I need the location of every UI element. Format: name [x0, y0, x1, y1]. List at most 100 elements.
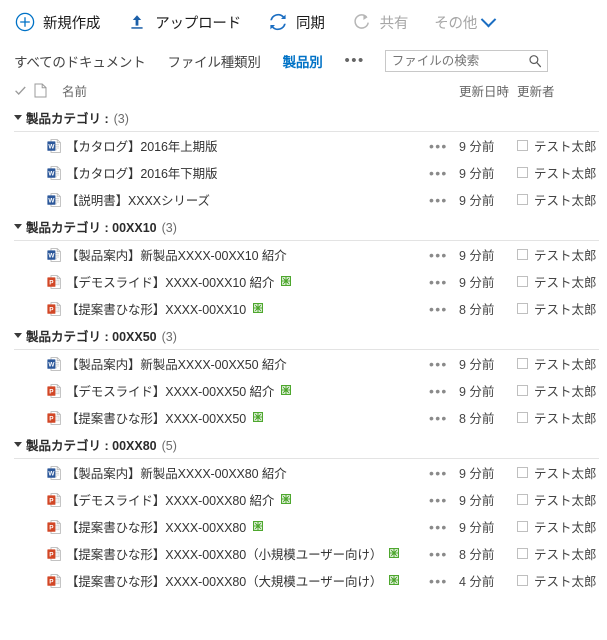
more-commands-button[interactable]: その他	[434, 11, 497, 33]
table-row[interactable]: P 【デモスライド】XXXX-00XX80 紹介 ••• 9 分前 テスト太郎	[0, 486, 607, 513]
file-name-link[interactable]: 【デモスライド】XXXX-00XX80 紹介	[66, 490, 274, 509]
share-button[interactable]: 共有	[351, 11, 408, 33]
table-row[interactable]: W 【カタログ】2016年上期版 ••• 9 分前 テスト太郎	[0, 132, 607, 159]
editor-cell: テスト太郎	[517, 490, 607, 509]
view-more-button[interactable]: •••	[345, 53, 365, 68]
row-actions-button[interactable]: •••	[429, 574, 459, 588]
file-name-cell: 【提案書ひな形】XXXX-00XX80（大規模ユーザー向け）	[66, 571, 429, 590]
file-name-link[interactable]: 【カタログ】2016年下期版	[66, 163, 218, 182]
row-actions-button[interactable]: •••	[429, 248, 459, 262]
collapse-triangle-icon[interactable]	[14, 223, 22, 229]
powerpoint-file-icon[interactable]: P	[34, 274, 66, 290]
table-row[interactable]: W 【カタログ】2016年下期版 ••• 9 分前 テスト太郎	[0, 159, 607, 186]
new-item-badge-icon	[253, 411, 264, 425]
powerpoint-file-icon[interactable]: P	[34, 383, 66, 399]
file-name-link[interactable]: 【カタログ】2016年上期版	[66, 136, 218, 155]
upload-button[interactable]: アップロード	[126, 11, 241, 33]
sync-button[interactable]: 同期	[267, 11, 325, 33]
file-name-link[interactable]: 【提案書ひな形】XXXX-00XX80	[66, 517, 246, 536]
file-name-link[interactable]: 【製品案内】新製品XXXX-00XX50 紹介	[66, 354, 287, 373]
table-row[interactable]: P 【デモスライド】XXXX-00XX10 紹介 ••• 9 分前 テスト太郎	[0, 268, 607, 295]
table-row[interactable]: W 【製品案内】新製品XXXX-00XX10 紹介 ••• 9 分前 テスト太郎	[0, 241, 607, 268]
file-name-link[interactable]: 【製品案内】新製品XXXX-00XX80 紹介	[66, 463, 287, 482]
table-row[interactable]: P 【提案書ひな形】XXXX-00XX80 ••• 9 分前 テスト太郎	[0, 513, 607, 540]
file-name-cell: 【カタログ】2016年下期版	[66, 163, 429, 182]
word-file-icon[interactable]: W	[34, 247, 66, 263]
upload-button-label: アップロード	[155, 15, 242, 32]
file-name-link[interactable]: 【提案書ひな形】XXXX-00XX80（小規模ユーザー向け）	[66, 544, 382, 563]
search-box[interactable]	[384, 49, 548, 72]
view-tab-all-documents[interactable]: すべてのドキュメント	[14, 51, 146, 71]
table-row[interactable]: P 【デモスライド】XXXX-00XX50 紹介 ••• 9 分前 テスト太郎	[0, 377, 607, 404]
row-actions-button[interactable]: •••	[429, 166, 459, 180]
word-file-icon[interactable]: W	[34, 192, 66, 208]
column-header-type-document-icon[interactable]	[34, 83, 62, 98]
row-actions-button[interactable]: •••	[429, 302, 459, 316]
word-file-icon[interactable]: W	[34, 356, 66, 372]
column-header-name[interactable]: 名前	[62, 81, 429, 100]
column-header-editor[interactable]: 更新者	[517, 81, 607, 100]
file-name-link[interactable]: 【提案書ひな形】XXXX-00XX50	[66, 408, 246, 427]
modified-cell: 9 分前	[459, 467, 495, 481]
share-icon	[351, 11, 373, 33]
new-button-label: 新規作成	[43, 15, 101, 32]
row-actions-button[interactable]: •••	[429, 193, 459, 207]
upload-arrow-icon	[126, 11, 148, 33]
row-actions-button[interactable]: •••	[429, 411, 459, 425]
word-file-icon[interactable]: W	[34, 138, 66, 154]
powerpoint-file-icon[interactable]: P	[34, 492, 66, 508]
row-actions-button[interactable]: •••	[429, 466, 459, 480]
row-actions-button[interactable]: •••	[429, 493, 459, 507]
powerpoint-file-icon[interactable]: P	[34, 519, 66, 535]
table-row[interactable]: P 【提案書ひな形】XXXX-00XX80（小規模ユーザー向け） ••• 8 分前 テス…	[0, 540, 607, 567]
row-actions-button[interactable]: •••	[429, 384, 459, 398]
group-header[interactable]: 製品カテゴリ : 00XX10 (3)	[0, 213, 607, 239]
table-row[interactable]: P 【提案書ひな形】XXXX-00XX50 ••• 8 分前 テスト太郎	[0, 404, 607, 431]
file-name-link[interactable]: 【提案書ひな形】XXXX-00XX10	[66, 299, 246, 318]
row-actions-button[interactable]: •••	[429, 547, 459, 561]
modified-cell: 9 分前	[459, 194, 495, 208]
editor-cell: テスト太郎	[517, 571, 607, 590]
modified-cell: 9 分前	[459, 249, 495, 263]
row-actions-button[interactable]: •••	[429, 139, 459, 153]
search-icon[interactable]	[528, 54, 542, 68]
group-title: 製品カテゴリ : (3)	[26, 108, 129, 127]
row-actions-button[interactable]: •••	[429, 357, 459, 371]
column-header-modified[interactable]: 更新日時	[459, 81, 517, 100]
table-row[interactable]: W 【製品案内】新製品XXXX-00XX50 紹介 ••• 9 分前 テスト太郎	[0, 350, 607, 377]
file-name-link[interactable]: 【製品案内】新製品XXXX-00XX10 紹介	[66, 245, 287, 264]
powerpoint-file-icon[interactable]: P	[34, 546, 66, 562]
table-row[interactable]: W 【説明書】XXXXシリーズ ••• 9 分前 テスト太郎	[0, 186, 607, 213]
row-actions-button[interactable]: •••	[429, 275, 459, 289]
view-tab-by-product[interactable]: 製品別	[283, 51, 323, 71]
table-row[interactable]: W 【製品案内】新製品XXXX-00XX80 紹介 ••• 9 分前 テスト太郎	[0, 459, 607, 486]
group-header[interactable]: 製品カテゴリ : (3)	[0, 104, 607, 130]
file-name-link[interactable]: 【提案書ひな形】XXXX-00XX80（大規模ユーザー向け）	[66, 571, 382, 590]
file-name-cell: 【デモスライド】XXXX-00XX10 紹介	[66, 272, 429, 291]
file-name-link[interactable]: 【デモスライド】XXXX-00XX50 紹介	[66, 381, 274, 400]
collapse-triangle-icon[interactable]	[14, 332, 22, 338]
table-row[interactable]: P 【提案書ひな形】XXXX-00XX80（大規模ユーザー向け） ••• 4 分前 テス…	[0, 567, 607, 594]
powerpoint-file-icon[interactable]: P	[34, 410, 66, 426]
file-name-cell: 【提案書ひな形】XXXX-00XX80（小規模ユーザー向け）	[66, 544, 429, 563]
svg-text:W: W	[48, 143, 55, 150]
view-tab-by-file-type[interactable]: ファイル種類別	[168, 51, 261, 71]
word-file-icon[interactable]: W	[34, 165, 66, 181]
powerpoint-file-icon[interactable]: P	[34, 301, 66, 317]
new-button[interactable]: 新規作成	[14, 11, 100, 33]
collapse-triangle-icon[interactable]	[14, 114, 22, 120]
modified-cell: 9 分前	[459, 385, 495, 399]
group-header[interactable]: 製品カテゴリ : 00XX80 (5)	[0, 431, 607, 457]
collapse-triangle-icon[interactable]	[14, 441, 22, 447]
file-name-link[interactable]: 【デモスライド】XXXX-00XX10 紹介	[66, 272, 274, 291]
row-actions-button[interactable]: •••	[429, 520, 459, 534]
file-name-link[interactable]: 【説明書】XXXXシリーズ	[66, 190, 210, 209]
svg-text:P: P	[49, 415, 54, 422]
presence-indicator-icon	[517, 303, 528, 314]
table-row[interactable]: P 【提案書ひな形】XXXX-00XX10 ••• 8 分前 テスト太郎	[0, 295, 607, 322]
select-all-checkmark-icon[interactable]	[14, 84, 34, 97]
powerpoint-file-icon[interactable]: P	[34, 573, 66, 589]
search-input[interactable]	[385, 50, 547, 71]
word-file-icon[interactable]: W	[34, 465, 66, 481]
group-header[interactable]: 製品カテゴリ : 00XX50 (3)	[0, 322, 607, 348]
